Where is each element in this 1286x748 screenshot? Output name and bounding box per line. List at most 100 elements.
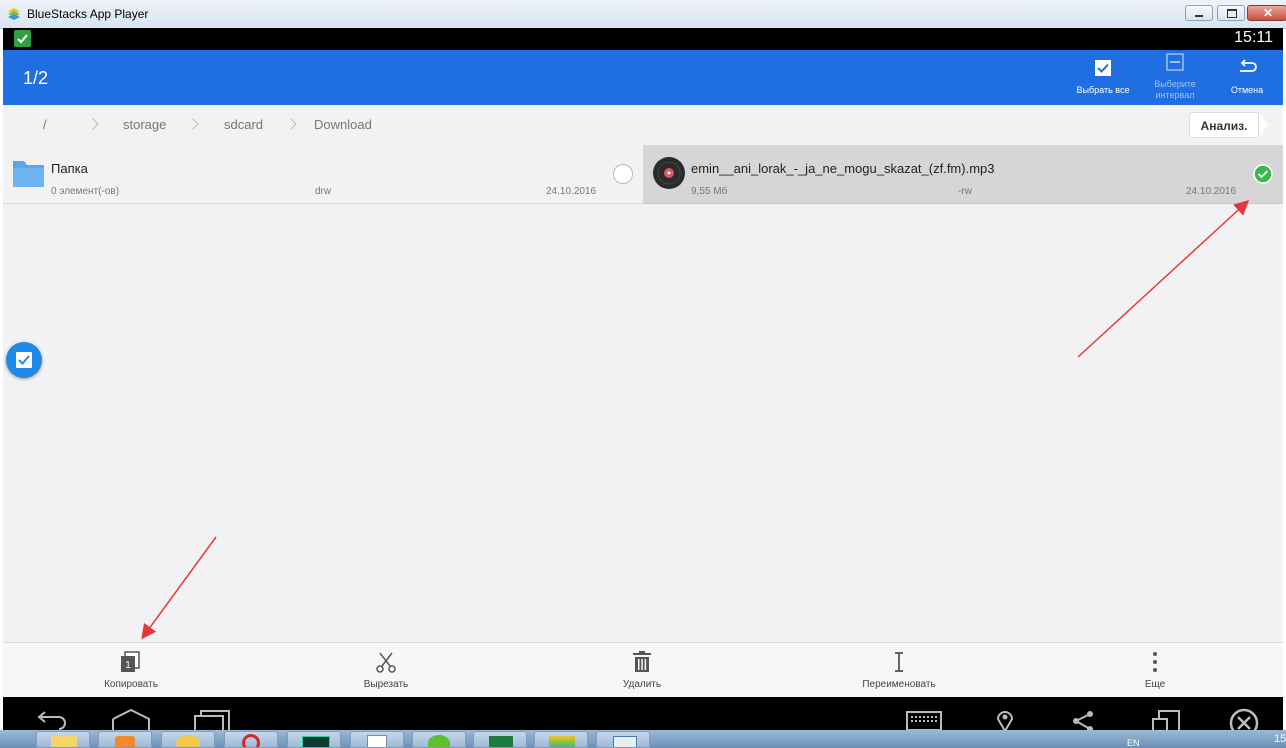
taskbar-excel[interactable] (473, 731, 527, 748)
taskbar-audition[interactable] (287, 731, 341, 748)
scissors-icon (376, 652, 396, 673)
maximize-button[interactable] (1217, 5, 1245, 21)
music-disc-icon (653, 157, 685, 189)
chevron-right-icon (285, 118, 297, 130)
android-status-bar: 15:11 (3, 28, 1283, 50)
select-interval-icon (1166, 53, 1184, 71)
document-icon (367, 735, 387, 747)
file-perms: drw (315, 186, 332, 197)
maximize-icon (1227, 9, 1237, 18)
taskbar-media-player[interactable] (98, 731, 152, 748)
taskbar-window[interactable] (596, 731, 650, 748)
back-icon[interactable] (31, 709, 67, 730)
excel-icon (489, 736, 513, 747)
file-name: Папка (51, 161, 88, 176)
text-cursor-icon (895, 652, 903, 672)
cut-button[interactable]: Вырезать (316, 643, 456, 698)
file-list: Папка 0 элемент(-ов) drw 24.10.2016 emin… (3, 145, 1283, 642)
bluestacks-logo-icon (8, 8, 20, 20)
selection-action-bar: 1/2 Выбрать все Выберите интервал Отмена (3, 50, 1283, 105)
copy-label: Копировать (104, 679, 158, 690)
opera-icon (242, 734, 260, 747)
screen-resize-icon[interactable] (1151, 709, 1181, 730)
select-interval-label-2: интервал (1155, 90, 1195, 100)
copy-button[interactable]: 1 Копировать (61, 643, 201, 698)
taskbar-paint[interactable] (161, 731, 215, 748)
cancel-selection-button[interactable]: Отмена (1207, 50, 1286, 105)
select-all-button[interactable]: Выбрать все (1063, 50, 1143, 105)
app-window-icon (613, 736, 637, 747)
breadcrumb-download[interactable]: Download (314, 117, 372, 132)
breadcrumb-root[interactable]: / (43, 117, 47, 132)
window-title: BlueStacks App Player (27, 7, 149, 21)
file-info: 0 элемент(-ов) (51, 186, 120, 197)
bottom-action-toolbar: 1 Копировать Вырезать Удалить Переименов… (3, 642, 1283, 698)
analyze-button[interactable]: Анализ. (1189, 112, 1259, 138)
file-date: 24.10.2016 (546, 186, 597, 197)
media-player-icon (115, 736, 135, 747)
window-title-bar: BlueStacks App Player ✕ (0, 0, 1286, 29)
audition-icon (302, 736, 330, 747)
undo-arrow-icon (1240, 59, 1257, 72)
location-icon[interactable] (993, 709, 1017, 730)
utorrent-icon (428, 735, 450, 747)
checked-circle-icon[interactable] (1253, 164, 1273, 184)
select-interval-label-1: Выберите (1154, 79, 1196, 89)
paint-palette-icon (176, 735, 200, 747)
chevron-right-icon (87, 118, 99, 130)
taskbar-document[interactable] (350, 731, 404, 748)
cut-label: Вырезать (363, 679, 409, 690)
breadcrumb: / storage sdcard Download Анализ. (3, 105, 1283, 145)
breadcrumb-sdcard[interactable]: sdcard (224, 117, 263, 132)
file-perms: -rw (958, 186, 972, 197)
delete-button[interactable]: Удалить (572, 643, 712, 698)
rename-button[interactable]: Переименовать (829, 643, 969, 698)
taskbar-bluestacks[interactable] (534, 731, 588, 748)
folder-icon (13, 161, 44, 187)
select-all-label: Выбрать все (1076, 85, 1130, 95)
recent-apps-icon[interactable] (193, 709, 233, 730)
file-date: 24.10.2016 (1186, 186, 1237, 197)
taskbar-explorer[interactable] (36, 731, 90, 748)
minimize-button[interactable] (1185, 5, 1213, 21)
more-button[interactable]: Еще (1085, 643, 1225, 698)
close-window-button[interactable]: ✕ (1247, 5, 1286, 21)
delete-label: Удалить (622, 679, 662, 690)
trash-icon (633, 651, 651, 672)
more-vertical-icon (1153, 652, 1157, 672)
analyze-button-tip (1259, 112, 1268, 138)
close-app-icon[interactable] (1228, 707, 1260, 730)
home-icon[interactable] (111, 709, 151, 730)
taskbar-opera[interactable] (224, 731, 278, 748)
tray-clock[interactable]: 15 (1274, 733, 1286, 745)
floating-select-button[interactable] (6, 342, 42, 378)
rename-label: Переименовать (862, 679, 936, 690)
selection-count: 1/2 (23, 68, 49, 88)
cancel-label: Отмена (1230, 85, 1264, 95)
minimize-icon (1195, 15, 1203, 17)
share-icon[interactable] (1069, 709, 1097, 730)
file-name: emin__ani_lorak_-_ja_ne_mogu_skazat_(zf.… (691, 161, 995, 176)
breadcrumb-storage[interactable]: storage (123, 117, 166, 132)
file-info: 9,55 Мб (691, 186, 728, 197)
taskbar-utorrent[interactable] (412, 731, 466, 748)
chevron-right-icon (187, 118, 199, 130)
close-icon: ✕ (1263, 6, 1274, 20)
select-interval-button[interactable]: Выберите интервал (1135, 50, 1215, 105)
keyboard-icon[interactable] (906, 711, 942, 730)
unchecked-circle-icon[interactable] (613, 164, 633, 184)
folder-icon (51, 736, 77, 747)
more-label: Еще (1144, 679, 1166, 690)
copy-badge: 1 (125, 660, 131, 671)
windows-taskbar: EN 15 (0, 730, 1286, 748)
file-row-mp3[interactable]: emin__ani_lorak_-_ja_ne_mogu_skazat_(zf.… (643, 145, 1283, 204)
copy-icon: 1 (121, 651, 140, 672)
file-row-folder[interactable]: Папка 0 элемент(-ов) drw 24.10.2016 (3, 145, 643, 204)
status-time: 15:11 (1234, 29, 1273, 46)
select-all-checkbox-icon (1095, 60, 1111, 76)
checkbox-icon (16, 352, 32, 368)
notification-check-icon (14, 30, 31, 47)
android-nav-bar (3, 697, 1283, 730)
tray-language[interactable]: EN (1127, 738, 1140, 748)
bluestacks-icon (549, 736, 575, 747)
